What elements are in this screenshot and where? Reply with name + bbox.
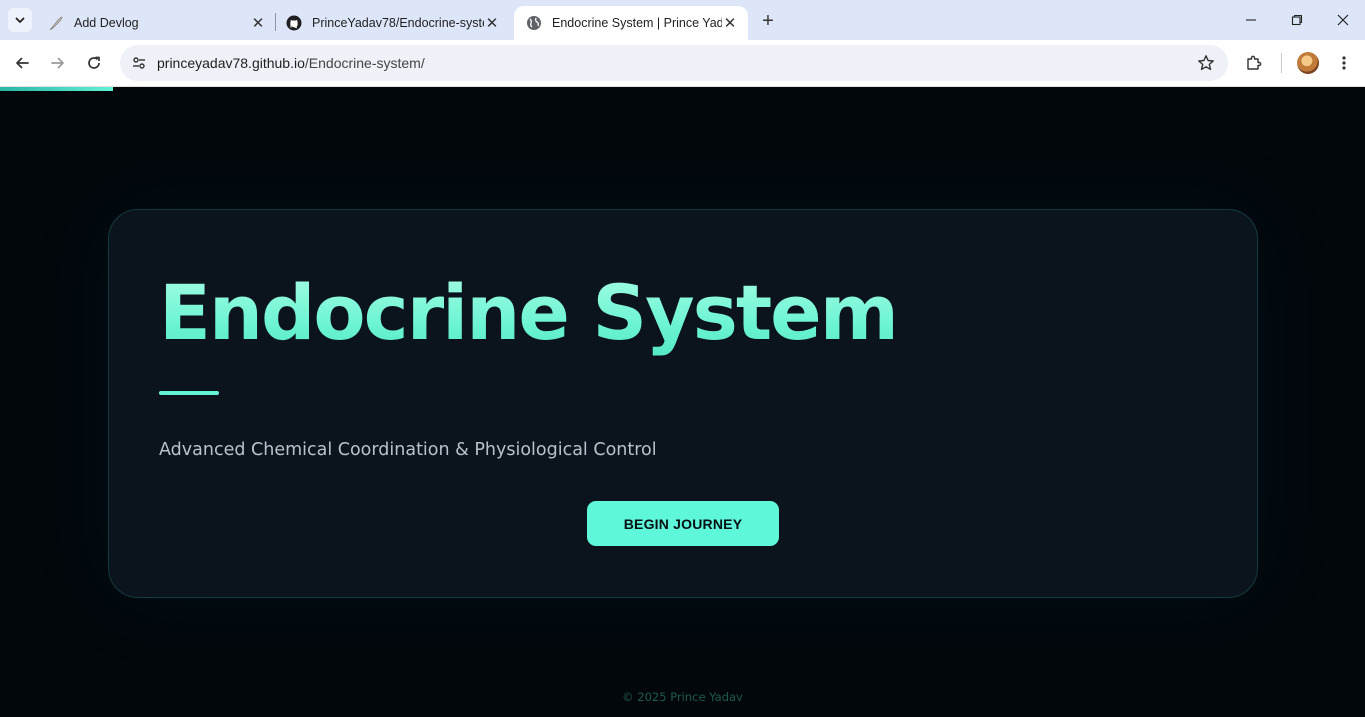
tab-close-icon[interactable]: ✕ [250,15,266,32]
plus-icon: + [762,9,774,32]
tab-title: Add Devlog [74,16,139,30]
quill-pen-icon [48,15,64,31]
tab-endocrine-system[interactable]: Endocrine System | Prince Yada ✕ [514,6,748,40]
tab-add-devlog[interactable]: Add Devlog ✕ [36,6,276,40]
restore-icon [1291,14,1303,26]
back-button[interactable] [8,49,36,77]
scroll-progress-bar [0,87,114,91]
tab-close-icon[interactable]: ✕ [722,15,738,32]
close-window-button[interactable] [1320,0,1365,40]
url-path: /Endocrine-system/ [304,55,425,71]
tab-title: PrinceYadav78/Endocrine-syste [312,16,484,30]
browser-menu-button[interactable] [1331,50,1357,76]
url-text: princeyadav78.github.io/Endocrine-system… [157,55,425,71]
star-icon [1198,55,1214,71]
puzzle-icon [1247,55,1262,70]
close-icon [1337,14,1349,26]
arrow-right-icon [51,57,64,69]
web-page: Endocrine System Advanced Chemical Coord… [0,87,1365,717]
hero-subtitle: Advanced Chemical Coordination & Physiol… [159,440,657,460]
reload-button[interactable] [80,49,108,77]
browser-toolbar: princeyadav78.github.io/Endocrine-system… [0,40,1365,87]
minimize-button[interactable] [1228,0,1274,40]
globe-icon [526,15,542,31]
reload-icon [88,56,100,69]
chevron-down-icon [15,17,25,23]
arrow-left-icon [16,57,29,69]
tab-strip: Add Devlog ✕ PrinceYadav78/Endocrine-sys… [0,0,1365,40]
tab-search-button[interactable] [8,8,32,32]
hero-card: Endocrine System Advanced Chemical Coord… [108,209,1258,598]
tab-close-icon[interactable]: ✕ [484,15,500,32]
url-host: princeyadav78.github.io [157,55,305,71]
forward-button[interactable] [44,49,72,77]
github-icon [286,15,302,31]
minimize-icon [1246,19,1256,21]
tab-title: Endocrine System | Prince Yada [552,16,722,30]
address-bar[interactable]: princeyadav78.github.io/Endocrine-system… [120,45,1228,81]
extensions-button[interactable] [1241,50,1267,76]
footer-copyright: © 2025 Prince Yadav [622,690,743,704]
restore-button[interactable] [1274,0,1320,40]
tab-github-repo[interactable]: PrinceYadav78/Endocrine-syste ✕ [274,6,510,40]
site-info-icon[interactable] [128,52,150,74]
new-tab-button[interactable]: + [756,9,780,33]
more-vertical-icon [1342,56,1346,70]
toolbar-divider [1281,53,1282,73]
page-title: Endocrine System [159,268,899,357]
bookmark-star-button[interactable] [1196,53,1216,73]
title-underline [159,391,219,395]
begin-journey-button[interactable]: BEGIN JOURNEY [587,501,779,546]
profile-avatar[interactable] [1297,52,1319,74]
